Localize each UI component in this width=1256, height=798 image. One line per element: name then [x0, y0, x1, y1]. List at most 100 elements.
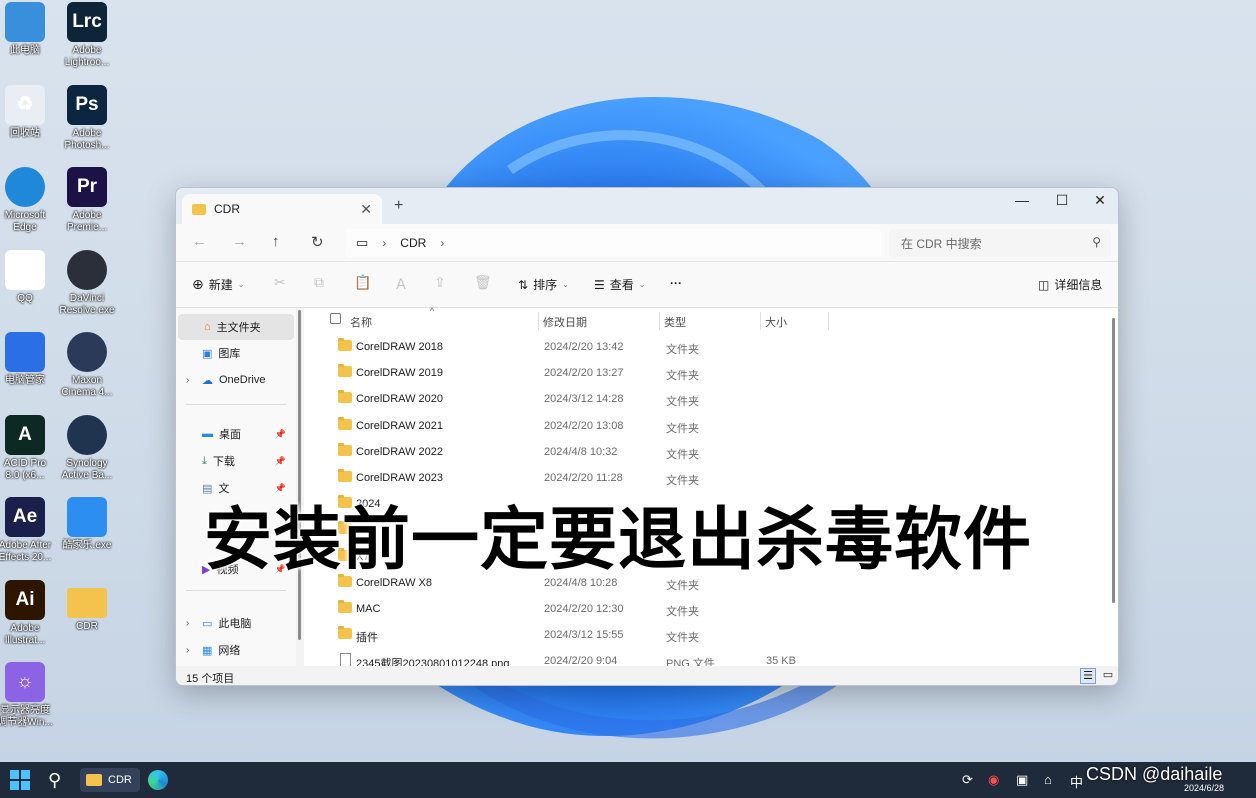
column-header-size[interactable]: 大小 [765, 314, 787, 330]
edge-logo [148, 770, 168, 790]
column-separator[interactable] [659, 312, 660, 330]
desktop-icon-photoshop[interactable]: Ps Adobe Photosh... [56, 84, 118, 152]
up-icon[interactable]: ↑ [272, 233, 280, 250]
desktop-icon-label: QQ [17, 292, 33, 304]
file-row[interactable]: 插件 2024/3/12 15:55 文件夹 [334, 622, 1074, 648]
photoshop-icon: Ps [67, 84, 107, 125]
desktop-icon-edge[interactable]: Microsoft Edge [0, 167, 56, 234]
sidebar-label: 网络 [218, 645, 241, 657]
refresh-icon[interactable]: ↻ [311, 233, 324, 251]
paste-icon[interactable]: 📋 [354, 274, 371, 291]
start-button[interactable] [10, 768, 30, 792]
cut-icon[interactable]: ✂ [274, 274, 286, 291]
file-list-scrollbar[interactable] [1112, 318, 1115, 603]
premiere-icon: Pr [67, 167, 107, 207]
sort-icon: ⇅ [518, 277, 529, 292]
folder-icon [338, 626, 352, 640]
desktop-icon-lightroom[interactable]: Lrc Adobe Lightroo... [56, 2, 118, 69]
desktop-icon-computer[interactable]: 此电脑 [0, 2, 56, 57]
close-tab-icon[interactable]: ✕ [360, 201, 372, 218]
input-method-indicator[interactable]: 中 [1070, 772, 1083, 791]
expand-chevron-icon[interactable]: › [186, 645, 189, 656]
recycle-bin-icon: ♻ [5, 84, 45, 125]
desktop-icon-davinci[interactable]: DaVinci Resolve.exe [56, 249, 118, 317]
expand-chevron-icon[interactable]: › [186, 618, 189, 629]
forward-icon[interactable]: → [232, 233, 247, 250]
file-modified: 2024/2/20 13:08 [544, 419, 624, 432]
copy-icon[interactable]: ⧉ [314, 274, 324, 291]
search-input[interactable]: 在 CDR 中搜索 ⚲ [889, 229, 1111, 257]
usb-icon[interactable]: ⌂ [1044, 772, 1052, 787]
desktop-icon-kujiale[interactable]: 酷家乐.exe [56, 497, 118, 552]
clock-date[interactable]: 2024/6/28 [1184, 783, 1224, 793]
new-tab-button[interactable]: + [394, 197, 403, 215]
maximize-button[interactable]: ☐ [1042, 192, 1082, 209]
select-all-checkbox[interactable] [330, 313, 341, 324]
sync-icon[interactable]: ⟳ [962, 772, 973, 788]
sidebar-item-this-pc[interactable]: › ▭ 此电脑 [176, 610, 292, 636]
desktop-icon-label: 回收站 [10, 127, 40, 139]
file-name: CorelDRAW 2020 [356, 393, 444, 406]
column-header-type[interactable]: 类型 [664, 314, 686, 330]
file-row[interactable]: CorelDRAW 2020 2024/3/12 14:28 文件夹 [334, 386, 1074, 412]
desktop-icon-pc-manager[interactable]: 电脑管家 [0, 332, 56, 387]
details-view-icon[interactable]: ☰ [1080, 668, 1096, 684]
sort-button[interactable]: ⇅ 排序 ⌄ [518, 276, 569, 293]
desktop-icon-acid-pro[interactable]: A ACID Pro 8.0 (x6... [0, 414, 56, 482]
sidebar-item-home[interactable]: ⌂ 主文件夹 [178, 314, 294, 340]
taskbar-item-cdr[interactable]: CDR [80, 768, 140, 792]
close-window-button[interactable]: ✕ [1080, 192, 1118, 209]
sidebar-item-downloads[interactable]: ⤓ 下载 📌 [176, 448, 292, 474]
file-row[interactable]: MAC 2024/2/20 12:30 文件夹 [334, 596, 1074, 622]
file-row[interactable]: CorelDRAW 2022 2024/4/8 10:32 文件夹 [334, 439, 1074, 465]
record-icon[interactable]: ◉ [988, 772, 999, 788]
file-row[interactable]: CorelDRAW 2019 2024/2/20 13:27 文件夹 [334, 360, 1074, 386]
desktop-icon-recycle-bin[interactable]: ♻ 回收站 [0, 84, 56, 140]
column-separator[interactable] [828, 312, 829, 330]
desktop-icon-qq[interactable]: QQ [0, 249, 56, 305]
folder-icon [338, 364, 352, 378]
share-icon[interactable]: ⇪ [434, 274, 446, 291]
column-header-name[interactable]: 名称 [350, 314, 372, 330]
tray-app-icon[interactable]: ▣ [1016, 772, 1028, 788]
file-row[interactable]: CorelDRAW 2018 2024/2/20 13:42 文件夹 [334, 334, 1074, 360]
desktop-icon-premiere[interactable]: Pr Adobe Premie... [56, 167, 118, 234]
expand-chevron-icon[interactable]: › [186, 375, 189, 386]
more-options-button[interactable]: ··· [670, 276, 682, 290]
tab-cdr[interactable]: CDR ✕ [182, 194, 382, 224]
sidebar-item-onedrive[interactable]: › ☁ OneDrive [176, 367, 292, 393]
view-button[interactable]: ☰ 查看 ⌄ [594, 276, 645, 293]
breadcrumb-cdr[interactable]: CDR [400, 236, 426, 250]
new-button[interactable]: ⊕ 新建 ⌄ [192, 276, 244, 293]
rename-icon[interactable]: Ａ [394, 274, 408, 294]
tiles-view-icon[interactable]: ▭ [1100, 668, 1116, 684]
desktop-icon-folder[interactable]: CDR [56, 580, 118, 633]
sidebar-item-desktop[interactable]: ▬ 桌面 📌 [176, 421, 292, 447]
search-icon[interactable]: ⚲ [48, 768, 61, 792]
address-bar[interactable]: ▭ › CDR › [346, 229, 881, 257]
desktop-icon-illustrator[interactable]: Ai Adobe Illustrat... [0, 579, 56, 647]
acid-pro-icon: A [5, 414, 45, 455]
sidebar-item-network[interactable]: › ▦ 网络 [176, 637, 292, 663]
desktop-icon-after-effects[interactable]: Ae Adobe After Effects 20... [0, 497, 56, 564]
desktop-icon-brightness[interactable]: ☼ 显示器亮度 调节器Win... [0, 662, 56, 729]
minimize-button[interactable]: — [1002, 192, 1042, 208]
column-header-modified[interactable]: 修改日期 [543, 314, 587, 330]
column-separator[interactable] [538, 312, 539, 330]
pin-icon: 📌 [274, 455, 286, 466]
delete-icon[interactable]: 🗑 [474, 274, 492, 291]
desktop-icon-synology[interactable]: Synology Active Ba... [56, 414, 118, 482]
details-pane-button[interactable]: ◫ 详细信息 [1038, 276, 1102, 293]
file-type: 文件夹 [666, 632, 699, 645]
desktop-icon-cinema4d[interactable]: Maxon Cinema 4... [56, 332, 118, 399]
desktop-icon-label: Microsoft Edge [4, 210, 46, 233]
edge-icon[interactable] [148, 768, 168, 792]
status-bar: 15 个项目 ☰ ▭ [176, 666, 1118, 685]
back-icon[interactable]: ← [192, 233, 207, 250]
file-row[interactable]: CorelDRAW 2021 2024/2/20 13:08 文件夹 [334, 413, 1074, 439]
sidebar-item-gallery[interactable]: ▣ 图库 [176, 340, 292, 366]
divider [186, 404, 286, 405]
cinema4d-icon [67, 332, 107, 372]
column-separator[interactable] [760, 312, 761, 330]
sidebar-scrollbar[interactable] [298, 310, 301, 640]
